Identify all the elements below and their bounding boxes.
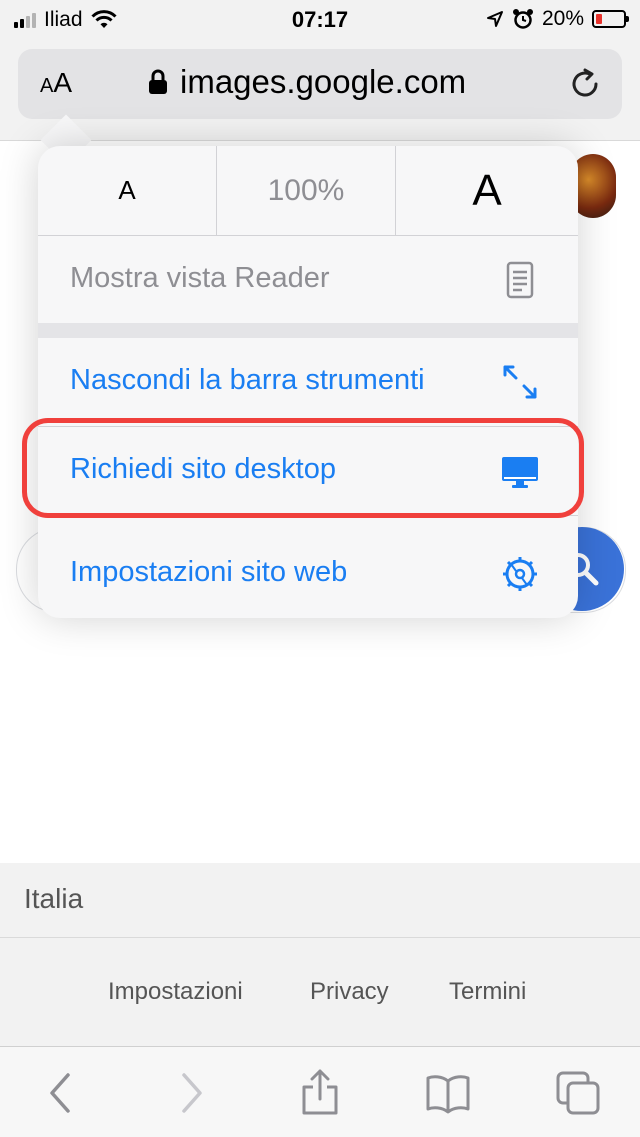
menu-item-label: Mostra vista Reader xyxy=(70,262,330,294)
zoom-level[interactable]: 100% xyxy=(217,146,396,235)
status-icons: 20% xyxy=(486,7,629,31)
menu-item-hide-toolbar[interactable]: Nascondi la barra strumenti xyxy=(38,338,578,427)
menu-section-separator xyxy=(38,323,578,338)
battery-percentage: 20% xyxy=(541,7,584,30)
status-bar: Iliad 07:17 20% xyxy=(0,0,640,40)
address-bar[interactable]: AA images.google.com xyxy=(18,49,622,119)
browser-top-bar: AA images.google.com xyxy=(0,40,640,141)
expand-arrows-icon xyxy=(503,365,537,399)
bookmarks-icon[interactable] xyxy=(424,1069,472,1117)
footer-country: Italia xyxy=(0,863,640,938)
lock-icon xyxy=(149,69,167,94)
text-size-button[interactable]: AA xyxy=(40,67,72,99)
url-text: images.google.com xyxy=(180,63,467,100)
menu-item-reader-view[interactable]: Mostra vista Reader xyxy=(38,236,578,324)
footer-link-privacy[interactable]: Privacy xyxy=(310,978,389,1006)
battery-icon xyxy=(592,10,629,28)
highlight-annotation xyxy=(22,418,584,518)
country-label: Italia xyxy=(24,883,84,914)
text-size-controls: A 100% A xyxy=(38,146,578,236)
url-display[interactable]: images.google.com xyxy=(148,63,466,101)
back-icon[interactable] xyxy=(38,1069,86,1117)
menu-item-label: Impostazioni sito web xyxy=(70,556,348,588)
bottom-toolbar xyxy=(0,1046,640,1137)
reader-icon xyxy=(506,261,534,299)
forward-icon[interactable] xyxy=(166,1069,214,1117)
share-icon[interactable] xyxy=(296,1069,344,1117)
page-settings-popover: A 100% A Mostra vista Reader Nascondi la… xyxy=(38,146,578,618)
gear-icon xyxy=(503,557,537,591)
footer-link-impostazioni[interactable]: Impostazioni xyxy=(108,978,243,1006)
footer-links: Impostazioni Privacy Termini xyxy=(0,938,640,1046)
location-arrow-icon xyxy=(486,11,503,27)
alarm-clock-icon xyxy=(512,9,533,29)
footer-link-termini[interactable]: Termini xyxy=(449,978,526,1006)
menu-item-label: Nascondi la barra strumenti xyxy=(70,364,425,396)
increase-font-button[interactable]: A xyxy=(396,146,578,235)
reload-icon[interactable] xyxy=(566,65,604,103)
tabs-icon[interactable] xyxy=(554,1069,602,1117)
decrease-font-button[interactable]: A xyxy=(38,146,217,235)
menu-item-website-settings[interactable]: Impostazioni sito web xyxy=(38,530,578,618)
